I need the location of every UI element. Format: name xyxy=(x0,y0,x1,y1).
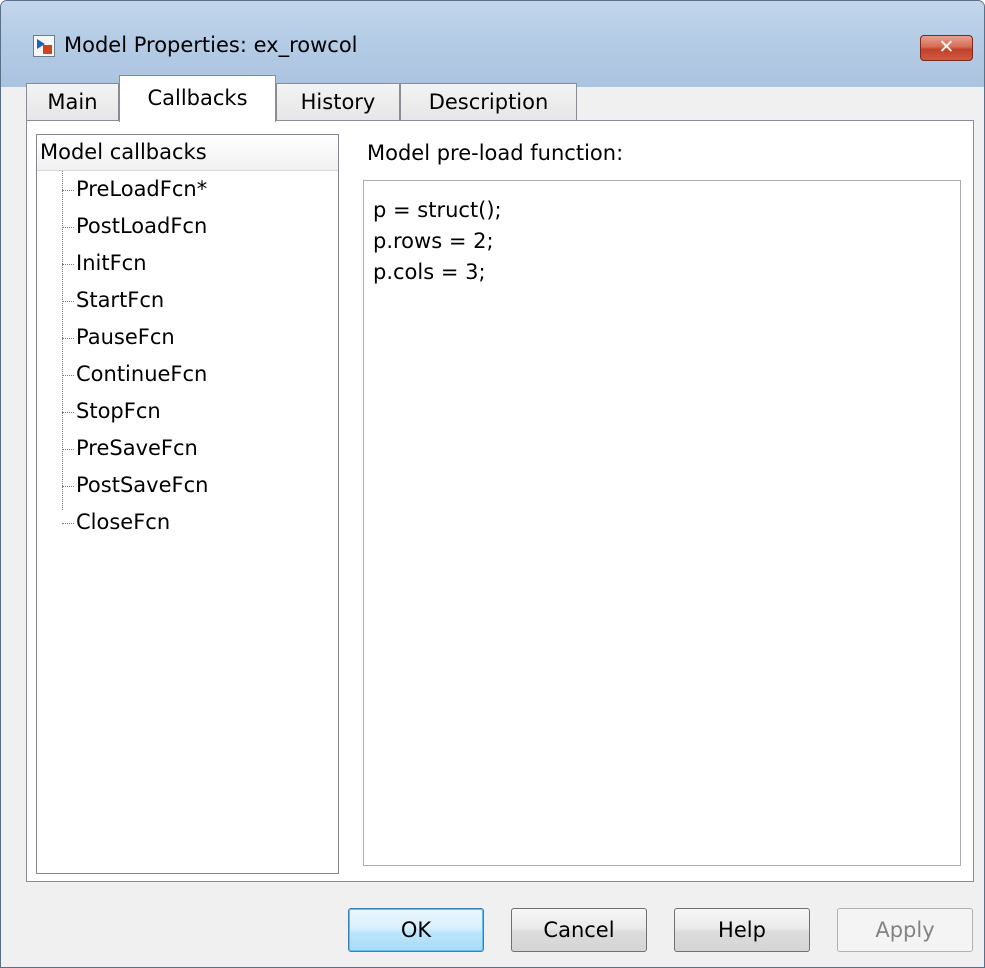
close-icon: ✕ xyxy=(938,36,955,58)
cancel-button[interactable]: Cancel xyxy=(511,908,647,952)
tree-item-label: PreSaveFcn xyxy=(76,436,198,460)
tree-item-stopfcn[interactable]: StopFcn xyxy=(62,393,332,430)
code-line: p = struct(); xyxy=(373,198,502,222)
callbacks-tab-panel: Model callbacks PreLoadFcn* PostLoadFcn … xyxy=(26,120,974,882)
tree-item-label: PauseFcn xyxy=(76,325,175,349)
tree-connector xyxy=(62,374,74,376)
code-line: p.rows = 2; xyxy=(373,229,494,253)
ok-button[interactable]: OK xyxy=(348,908,484,952)
tree-item-pausefcn[interactable]: PauseFcn xyxy=(62,319,332,356)
tree-item-postsavefcn[interactable]: PostSaveFcn xyxy=(62,467,332,504)
tree-item-label: StopFcn xyxy=(76,399,161,423)
tree-item-startfcn[interactable]: StartFcn xyxy=(62,282,332,319)
tab-description[interactable]: Description xyxy=(400,83,577,120)
function-editor-label: Model pre-load function: xyxy=(367,141,624,165)
tree-item-closefcn[interactable]: CloseFcn xyxy=(62,504,332,541)
tree-item-label: PostLoadFcn xyxy=(76,214,208,238)
tree-connector xyxy=(62,300,74,302)
tree-connector xyxy=(62,337,74,339)
tree-connector xyxy=(62,522,74,524)
model-properties-dialog: Model Properties: ex_rowcol ✕ Main Callb… xyxy=(0,0,985,968)
tree-connector xyxy=(62,263,74,265)
code-line: p.cols = 3; xyxy=(373,260,486,284)
tab-callbacks[interactable]: Callbacks xyxy=(119,75,276,122)
help-button[interactable]: Help xyxy=(674,908,810,952)
close-button[interactable]: ✕ xyxy=(920,35,973,61)
tree-connector xyxy=(62,448,74,450)
tree-item-label: PostSaveFcn xyxy=(76,473,209,497)
model-callbacks-header: Model callbacks xyxy=(37,135,338,171)
window-title: Model Properties: ex_rowcol xyxy=(64,33,358,57)
tree-item-label: PreLoadFcn* xyxy=(76,177,208,201)
tree-item-continuefcn[interactable]: ContinueFcn xyxy=(62,356,332,393)
model-callbacks-tree[interactable]: Model callbacks PreLoadFcn* PostLoadFcn … xyxy=(36,134,339,874)
tree-item-label: InitFcn xyxy=(76,251,147,275)
tab-history[interactable]: History xyxy=(276,83,400,120)
tab-main[interactable]: Main xyxy=(26,83,119,120)
tree-connector xyxy=(62,189,74,191)
model-icon-square xyxy=(43,45,52,54)
tree-connector xyxy=(62,485,74,487)
apply-button[interactable]: Apply xyxy=(837,908,973,952)
tree-item-preloadfcn[interactable]: PreLoadFcn* xyxy=(62,171,332,208)
tree-item-postloadfcn[interactable]: PostLoadFcn xyxy=(62,208,332,245)
callback-code-editor[interactable]: p = struct(); p.rows = 2; p.cols = 3; xyxy=(363,180,961,866)
tree-item-label: ContinueFcn xyxy=(76,362,208,386)
simulink-model-icon xyxy=(33,35,55,57)
tree-item-label: StartFcn xyxy=(76,288,165,312)
tree-connector xyxy=(62,226,74,228)
tree-connector xyxy=(62,411,74,413)
tree-item-initfcn[interactable]: InitFcn xyxy=(62,245,332,282)
tree-item-presavefcn[interactable]: PreSaveFcn xyxy=(62,430,332,467)
tree-item-label: CloseFcn xyxy=(76,510,171,534)
